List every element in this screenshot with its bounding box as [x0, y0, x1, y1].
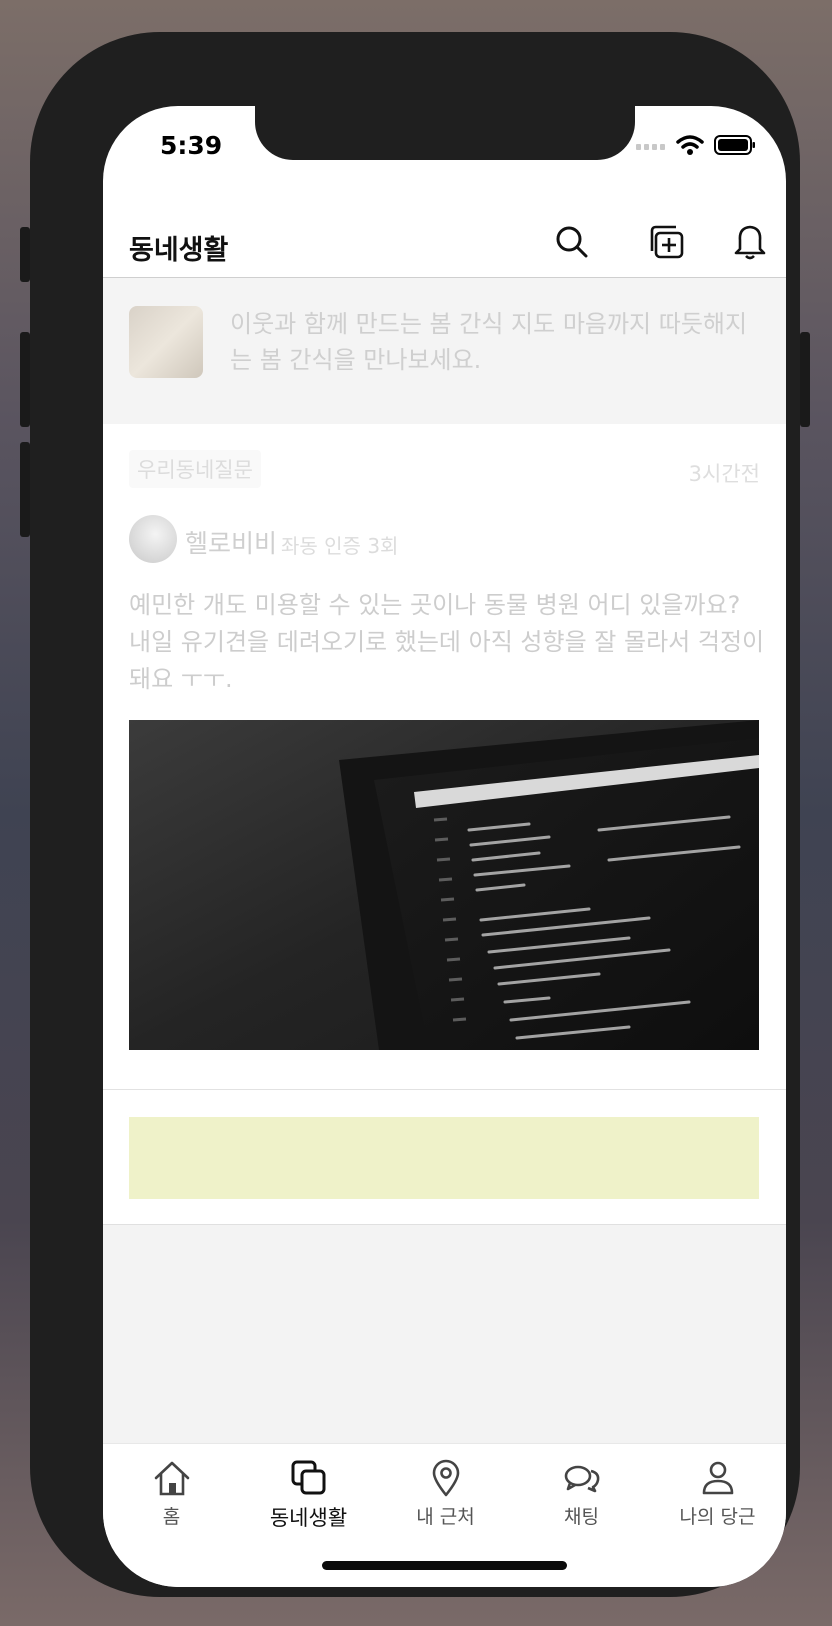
- phone-frame: 5:39 동네생활 이웃과 함께 만드는 봄 간식 지도 마음까지 따듯해지는 …: [20, 32, 810, 1597]
- post-time: 3시간전: [688, 462, 760, 486]
- bell-icon[interactable]: [730, 222, 770, 262]
- status-icons: [636, 134, 756, 156]
- wifi-icon: [676, 135, 704, 155]
- author-verification: 좌동 인증 3회: [281, 534, 399, 558]
- volume-up-button: [20, 332, 30, 427]
- post-card[interactable]: 우리동네질문 3시간전 헬로비비 좌동 인증 3회 예민한 개도 미용할 수 있…: [103, 424, 786, 1091]
- chat-bubbles-icon: [564, 1465, 599, 1493]
- post-image[interactable]: [129, 720, 759, 1050]
- tab-label: 채팅: [564, 1506, 599, 1528]
- signal-icon: [636, 144, 665, 150]
- new-post-icon[interactable]: [647, 222, 687, 262]
- home-icon: [154, 1461, 189, 1496]
- post-body: 예민한 개도 미용할 수 있는 곳이나 동물 병원 어디 있을까요? 내일 유기…: [129, 591, 765, 693]
- community-icon: [291, 1460, 325, 1495]
- ad-banner[interactable]: [129, 1117, 759, 1199]
- event-banner[interactable]: 이웃과 함께 만드는 봄 간식 지도 마음까지 따듯해지는 봄 간식을 만나보세…: [103, 278, 786, 424]
- tab-home[interactable]: 홈: [103, 1458, 240, 1529]
- code-screen-photo: [129, 720, 759, 1050]
- ad-section: [103, 1090, 786, 1225]
- tab-community[interactable]: 동네생활: [240, 1458, 377, 1532]
- app-screen: 5:39 동네생활 이웃과 함께 만드는 봄 간식 지도 마음까지 따듯해지는 …: [103, 106, 786, 1587]
- tab-label: 내 근처: [416, 1506, 475, 1528]
- author-name[interactable]: 헬로비비: [185, 524, 277, 560]
- home-indicator[interactable]: [322, 1561, 567, 1570]
- status-time: 5:39: [160, 131, 223, 160]
- tab-label: 동네생활: [269, 1506, 348, 1530]
- avatar[interactable]: [129, 515, 177, 563]
- banner-thumbnail: [129, 306, 203, 378]
- person-icon: [702, 1461, 733, 1495]
- app-header: 동네생활: [103, 206, 786, 278]
- volume-down-button: [20, 442, 30, 537]
- power-button: [800, 332, 810, 427]
- page-title: 동네생활: [129, 235, 229, 266]
- tab-label: 홈: [162, 1506, 181, 1528]
- post-category-badge: 우리동네질문: [129, 450, 261, 488]
- banner-text: 이웃과 함께 만드는 봄 간식 지도 마음까지 따듯해지는 봄 간식을 만나보세…: [230, 310, 748, 374]
- location-pin-icon: [432, 1459, 459, 1497]
- search-icon[interactable]: [552, 222, 592, 262]
- mute-switch: [20, 227, 30, 282]
- tab-label: 나의 당근: [679, 1506, 756, 1528]
- feed-empty-area: [103, 1225, 786, 1443]
- tab-chat[interactable]: 채팅: [513, 1458, 650, 1529]
- tab-nearby[interactable]: 내 근처: [377, 1458, 514, 1529]
- battery-icon: [714, 135, 755, 155]
- tab-my-carrot[interactable]: 나의 당근: [649, 1458, 786, 1529]
- notch: [255, 106, 635, 160]
